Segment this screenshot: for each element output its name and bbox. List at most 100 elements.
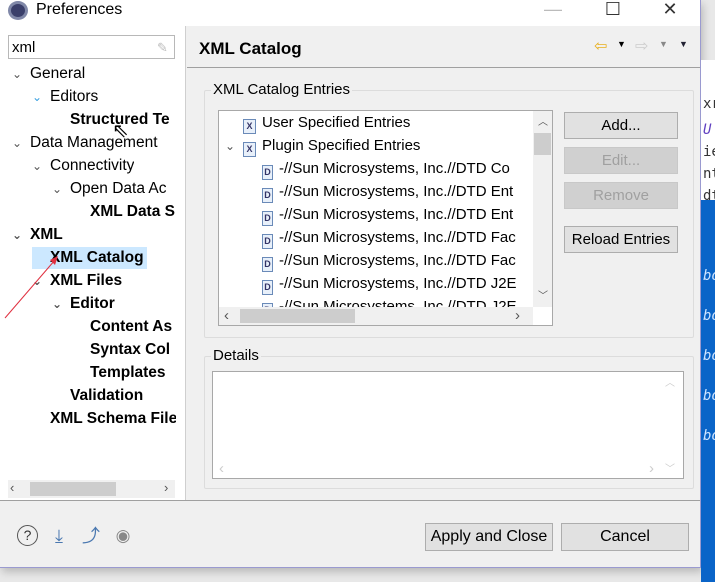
list-item[interactable]: ⌄ X Plugin Specified Entries xyxy=(225,135,420,157)
list-item[interactable]: D -//Sun Microsystems, Inc.//DTD J2E xyxy=(262,273,517,295)
tree-item-label: XML Data S xyxy=(90,203,175,220)
clear-icon[interactable]: ✎ xyxy=(157,40,169,55)
tree-horizontal-scrollbar[interactable]: ‹ › xyxy=(8,480,175,498)
list-item[interactable]: D -//Sun Microsystems, Inc.//DTD Ent xyxy=(262,204,513,226)
add-button[interactable]: Add... xyxy=(564,112,678,139)
back-dropdown-icon[interactable]: ▼ xyxy=(617,39,626,49)
list-item-label: -//Sun Microsystems, Inc.//DTD Fac xyxy=(279,252,516,269)
dtd-file-icon: D xyxy=(262,165,273,180)
scroll-thumb[interactable] xyxy=(534,133,551,155)
list-horizontal-scrollbar[interactable]: ‹ › xyxy=(219,307,533,325)
tree-item-label: Editor xyxy=(70,295,115,312)
edit-button[interactable]: Edit... xyxy=(564,147,678,174)
tree-item-label: Templates xyxy=(90,364,166,381)
scroll-left-icon[interactable]: ‹ xyxy=(10,480,14,495)
tree-item[interactable]: Syntax Col xyxy=(72,339,170,361)
page-title: XML Catalog xyxy=(199,39,302,58)
filter-input[interactable] xyxy=(8,35,175,59)
record-icon[interactable]: ◉ xyxy=(112,525,134,547)
details-label: Details xyxy=(211,347,261,364)
window-title: Preferences xyxy=(36,1,123,18)
scroll-right-icon[interactable]: › xyxy=(515,307,520,324)
xml-catalog-icon: X xyxy=(243,119,256,134)
list-item-label: -//Sun Microsystems, Inc.//DTD Ent xyxy=(279,206,514,223)
tree-item[interactable]: Validation xyxy=(52,385,143,407)
list-item-label: -//Sun Microsystems, Inc.//DTD Fac xyxy=(279,229,516,246)
back-arrow-icon[interactable]: ⇦ xyxy=(594,36,607,56)
tree-item-label: Validation xyxy=(70,387,144,404)
tree-item[interactable]: ⌄ Connectivity xyxy=(32,155,134,177)
remove-button[interactable]: Remove xyxy=(564,182,678,209)
eclipse-gear-icon xyxy=(8,1,28,20)
tree-item[interactable]: ⌄ Editors xyxy=(32,86,98,108)
list-item-label: -//Sun Microsystems, Inc.//DTD Co xyxy=(279,160,510,177)
tree-item[interactable]: Templates xyxy=(72,362,166,384)
list-vertical-scrollbar[interactable]: ︿ ﹀ xyxy=(533,111,552,307)
dialog-footer: ? ⤓ ⤴ ◉ Apply and Close Cancel xyxy=(0,500,700,568)
tree-item[interactable]: ⌄ General xyxy=(12,63,85,85)
close-icon[interactable]: ✕ xyxy=(650,0,690,20)
list-item[interactable]: D -//Sun Microsystems, Inc.//DTD Ent xyxy=(262,181,513,203)
scroll-down-icon[interactable]: ﹀ xyxy=(538,287,548,302)
dtd-file-icon: D xyxy=(262,280,273,295)
scroll-thumb[interactable] xyxy=(30,482,116,496)
editor-text: bo xyxy=(703,348,715,364)
list-item[interactable]: D -//Sun Microsystems, Inc.//DTD Co xyxy=(262,158,510,180)
tree-item-label: Connectivity xyxy=(50,157,135,174)
maximize-icon[interactable]: ☐ xyxy=(593,0,633,20)
list-item-label: -//Sun Microsystems, Inc.//DTD J2E xyxy=(279,275,517,292)
details-text-area[interactable]: ︿ ﹀ ‹ › xyxy=(212,371,684,479)
page-header: XML Catalog ⇦ ▼ ⇨ ▼ ▼ xyxy=(187,26,700,68)
list-item[interactable]: D -//Sun Microsystems, Inc.//DTD Fac xyxy=(262,227,516,249)
scroll-right-icon[interactable]: › xyxy=(164,480,168,495)
scroll-down-icon[interactable]: ﹀ xyxy=(665,460,675,475)
help-icon[interactable]: ? xyxy=(17,525,38,546)
tree-item[interactable]: Content As xyxy=(72,316,172,338)
dtd-file-icon: D xyxy=(262,188,273,203)
editor-text: bo xyxy=(703,268,715,284)
minimize-icon[interactable]: — xyxy=(533,0,573,20)
tree-item[interactable]: ⌄ Open Data Ac xyxy=(52,178,167,200)
reload-entries-button[interactable]: Reload Entries xyxy=(564,226,678,253)
xml-catalog-icon: X xyxy=(243,142,256,157)
editor-text: xr xyxy=(703,96,715,112)
tree-item[interactable]: ⌄ Data Management xyxy=(12,132,158,154)
view-menu-icon[interactable]: ▼ xyxy=(679,39,688,49)
editor-text: bo xyxy=(703,428,715,444)
list-item-label: User Specified Entries xyxy=(262,114,411,131)
forward-dropdown-icon[interactable]: ▼ xyxy=(659,39,668,49)
scroll-up-icon[interactable]: ︿ xyxy=(665,374,675,389)
dtd-file-icon: D xyxy=(262,211,273,226)
list-item[interactable]: X User Specified Entries xyxy=(225,112,410,134)
chevron-down-icon[interactable]: ⌄ xyxy=(12,63,30,85)
tree-item-label: General xyxy=(30,65,86,82)
export-icon[interactable]: ⤴ xyxy=(80,525,102,547)
list-item[interactable]: D -//Sun Microsystems, Inc.//DTD Fac xyxy=(262,250,516,272)
preference-page: XML Catalog ⇦ ▼ ⇨ ▼ ▼ XML Catalog Entrie… xyxy=(187,26,700,500)
scroll-left-icon[interactable]: ‹ xyxy=(219,460,224,477)
chevron-down-icon[interactable]: ⌄ xyxy=(225,135,243,157)
catalog-entries-tree[interactable]: X User Specified Entries ⌄ X Plugin Specifie… xyxy=(218,110,553,326)
chevron-down-icon[interactable]: ⌄ xyxy=(52,178,70,200)
catalog-entries-label: XML Catalog Entries xyxy=(211,81,353,98)
apply-and-close-button[interactable]: Apply and Close xyxy=(425,523,553,551)
chevron-down-icon[interactable]: ⌄ xyxy=(32,86,50,108)
tree-item-label: Syntax Col xyxy=(90,341,171,358)
mouse-cursor-icon: ⇖ xyxy=(112,120,129,142)
tree-item[interactable]: XML Schema File xyxy=(32,408,176,430)
editor-text: bo xyxy=(703,308,715,324)
tree-item[interactable]: XML Data S xyxy=(72,201,175,223)
cancel-button[interactable]: Cancel xyxy=(561,523,689,551)
tree-item[interactable]: Structured Te xyxy=(52,109,170,131)
chevron-down-icon[interactable]: ⌄ xyxy=(12,132,30,154)
chevron-down-icon[interactable]: ⌄ xyxy=(32,155,50,177)
scroll-up-icon[interactable]: ︿ xyxy=(538,113,548,128)
background-editor: xr Uie nt dt bo bo bo bo bo xyxy=(701,60,715,582)
editor-text: dt xyxy=(703,188,715,204)
import-icon[interactable]: ⤓ xyxy=(48,525,70,547)
scroll-right-icon[interactable]: › xyxy=(649,460,654,477)
tree-item-label: Editors xyxy=(50,88,99,105)
scroll-left-icon[interactable]: ‹ xyxy=(224,307,229,324)
scroll-thumb[interactable] xyxy=(240,309,355,323)
forward-arrow-icon[interactable]: ⇨ xyxy=(635,36,648,56)
